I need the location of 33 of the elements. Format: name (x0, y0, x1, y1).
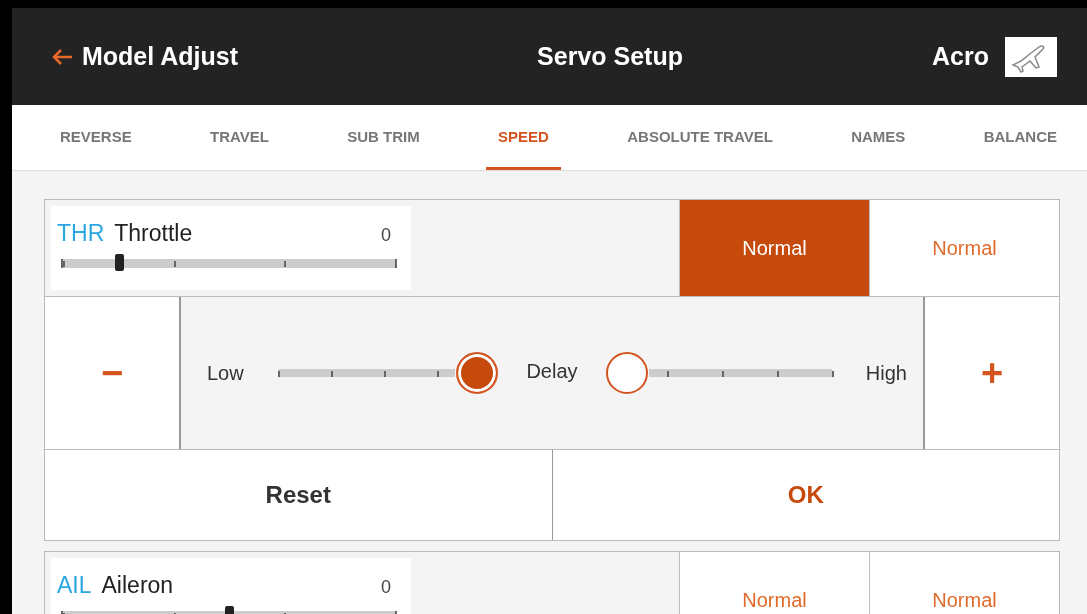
mode-button[interactable]: Normal (679, 200, 869, 296)
channel-code: AIL (57, 572, 92, 599)
tab[interactable]: BALANCE (971, 105, 1069, 170)
channel-name: Throttle (114, 220, 194, 247)
tab[interactable]: SUB TRIM (335, 105, 432, 170)
decrease-button[interactable]: − (45, 297, 179, 449)
tab[interactable]: NAMES (839, 105, 918, 170)
tab[interactable]: SPEED (486, 105, 561, 170)
low-label: Low (207, 361, 244, 385)
channel-row[interactable]: AIL Aileron 0 Normal Normal (44, 551, 1060, 614)
mode-button[interactable]: Normal (869, 200, 1059, 296)
speed-thumb[interactable] (456, 352, 499, 394)
back-arrow-icon (50, 46, 74, 67)
tab[interactable]: ABSOLUTE TRAVEL (615, 105, 785, 170)
speed-thumb[interactable] (605, 352, 648, 394)
channel-name: Aileron (101, 572, 175, 599)
model-name: Acro (932, 42, 989, 71)
mode-button[interactable]: Normal (679, 552, 869, 614)
channel-code: THR (57, 220, 105, 247)
high-label: High (865, 361, 907, 385)
airplane-icon[interactable] (1005, 36, 1057, 77)
channel-row[interactable]: THR Throttle 0 Normal Normal (44, 199, 1060, 297)
channel-value: 0 (381, 225, 391, 246)
channel-value: 0 (381, 577, 391, 598)
increase-button[interactable]: + (925, 297, 1059, 449)
tab[interactable]: REVERSE (48, 105, 144, 170)
delay-label: Delay (526, 360, 578, 383)
ok-button[interactable]: OK (551, 450, 1059, 540)
back-button[interactable]: Model Adjust (50, 42, 238, 71)
tab[interactable]: TRAVEL (198, 105, 281, 170)
mode-button[interactable]: Normal (869, 552, 1059, 614)
screen-title: Servo Setup (536, 42, 684, 71)
reset-button[interactable]: Reset (45, 450, 552, 540)
